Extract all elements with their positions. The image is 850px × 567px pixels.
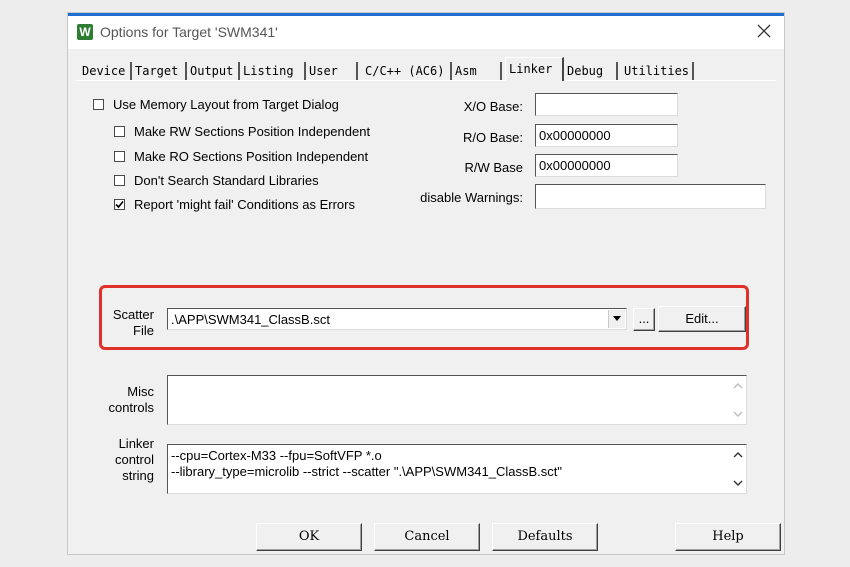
defaults-button[interactable]: Defaults xyxy=(492,523,598,551)
tab-utilities[interactable]: Utilities xyxy=(621,62,694,80)
checkbox-label: Report 'might fail' Conditions as Errors xyxy=(134,197,355,212)
title-bar[interactable]: W Options for Target 'SWM341' xyxy=(68,16,784,49)
checkbox-label: Make RW Sections Position Independent xyxy=(134,124,371,139)
checkbox-box xyxy=(93,99,104,110)
tab-device[interactable]: Device xyxy=(79,62,132,80)
checkbox-box xyxy=(114,151,125,162)
use-memory-layout-checkbox[interactable]: Use Memory Layout from Target Dialog xyxy=(93,97,339,112)
dialog-button-bar: OK Cancel Defaults Help xyxy=(68,515,784,554)
scatter-browse-button[interactable]: ... xyxy=(633,308,655,331)
close-button[interactable] xyxy=(750,20,778,44)
scroll-up-icon[interactable] xyxy=(732,380,744,392)
checkbox-box xyxy=(114,175,125,186)
no-std-libs-checkbox[interactable]: Don't Search Standard Libraries xyxy=(114,173,319,188)
ro-base-label: R/O Base: xyxy=(463,130,523,145)
rw-independent-checkbox[interactable]: Make RW Sections Position Independent xyxy=(114,124,370,139)
misc-controls-textarea[interactable] xyxy=(167,375,747,425)
close-icon xyxy=(757,24,771,38)
xo-base-label: X/O Base: xyxy=(463,99,523,114)
misc-label-line1: Misc xyxy=(127,384,154,399)
combo-dropdown-button[interactable] xyxy=(608,310,625,328)
linker-control-string-box[interactable]: --cpu=Cortex-M33 --fpu=SoftVFP *.o --lib… xyxy=(167,444,747,494)
linker-string-line2: --library_type=microlib --strict --scatt… xyxy=(171,464,563,479)
scatter-file-combo[interactable]: .\APP\SWM341_ClassB.sct xyxy=(167,308,627,330)
checkbox-box xyxy=(114,126,125,137)
might-fail-errors-checkbox[interactable]: Report 'might fail' Conditions as Errors xyxy=(114,197,355,212)
ok-button[interactable]: OK xyxy=(256,523,362,551)
linker-string-line1: --cpu=Cortex-M33 --fpu=SoftVFP *.o xyxy=(171,448,382,463)
tab-cpp-ac6[interactable]: C/C++ (AC6) xyxy=(362,62,452,80)
linker-control-string-label: Linker control string xyxy=(98,436,154,484)
help-button[interactable]: Help xyxy=(675,523,781,551)
linker-panel: Use Memory Layout from Target Dialog Mak… xyxy=(68,85,784,515)
ro-independent-checkbox[interactable]: Make RO Sections Position Independent xyxy=(114,149,368,164)
disable-warnings-label: disable Warnings: xyxy=(420,190,523,205)
misc-label-line2: controls xyxy=(108,400,154,415)
tab-bar: Device Target Output Listing User C/C++ … xyxy=(68,49,784,85)
tab-asm[interactable]: Asm xyxy=(452,62,502,80)
linker-label-line2: control xyxy=(114,452,154,467)
xo-base-input[interactable] xyxy=(535,93,678,116)
scroll-down-icon[interactable] xyxy=(732,477,744,489)
disable-warnings-input[interactable] xyxy=(535,184,766,209)
rw-base-input[interactable]: 0x00000000 xyxy=(535,154,678,177)
tab-linker[interactable]: Linker xyxy=(505,57,564,81)
checkbox-label: Use Memory Layout from Target Dialog xyxy=(113,97,339,112)
window-title: Options for Target 'SWM341' xyxy=(100,24,278,40)
checkmark-icon xyxy=(115,200,124,209)
keil-app-icon: W xyxy=(77,24,93,40)
tab-divider-line xyxy=(76,80,776,81)
tab-user[interactable]: User xyxy=(306,62,358,80)
rw-base-label: R/W Base xyxy=(464,160,523,175)
scroll-down-icon[interactable] xyxy=(732,408,744,420)
tab-target[interactable]: Target xyxy=(132,62,187,80)
misc-controls-label: Misc controls xyxy=(98,384,154,416)
chevron-down-icon xyxy=(613,316,621,321)
scatter-label-line2: File xyxy=(133,323,154,338)
ro-base-input[interactable]: 0x00000000 xyxy=(535,124,678,147)
tab-debug[interactable]: Debug xyxy=(564,62,618,80)
cancel-button[interactable]: Cancel xyxy=(374,523,480,551)
linker-label-line3: string xyxy=(122,468,154,483)
scatter-label-line1: Scatter xyxy=(112,307,154,322)
tab-listing[interactable]: Listing xyxy=(240,62,306,80)
scatter-file-label: Scatter File xyxy=(98,307,154,339)
linker-label-line1: Linker xyxy=(118,436,154,451)
checkbox-box xyxy=(114,199,125,210)
options-dialog: W Options for Target 'SWM341' Device Tar… xyxy=(67,12,785,555)
checkbox-label: Make RO Sections Position Independent xyxy=(134,149,369,164)
scatter-file-value: .\APP\SWM341_ClassB.sct xyxy=(171,312,330,327)
scatter-edit-button[interactable]: Edit... xyxy=(658,306,746,332)
scroll-up-icon[interactable] xyxy=(732,449,744,461)
checkbox-label: Don't Search Standard Libraries xyxy=(134,173,319,188)
tab-output[interactable]: Output xyxy=(187,62,240,80)
